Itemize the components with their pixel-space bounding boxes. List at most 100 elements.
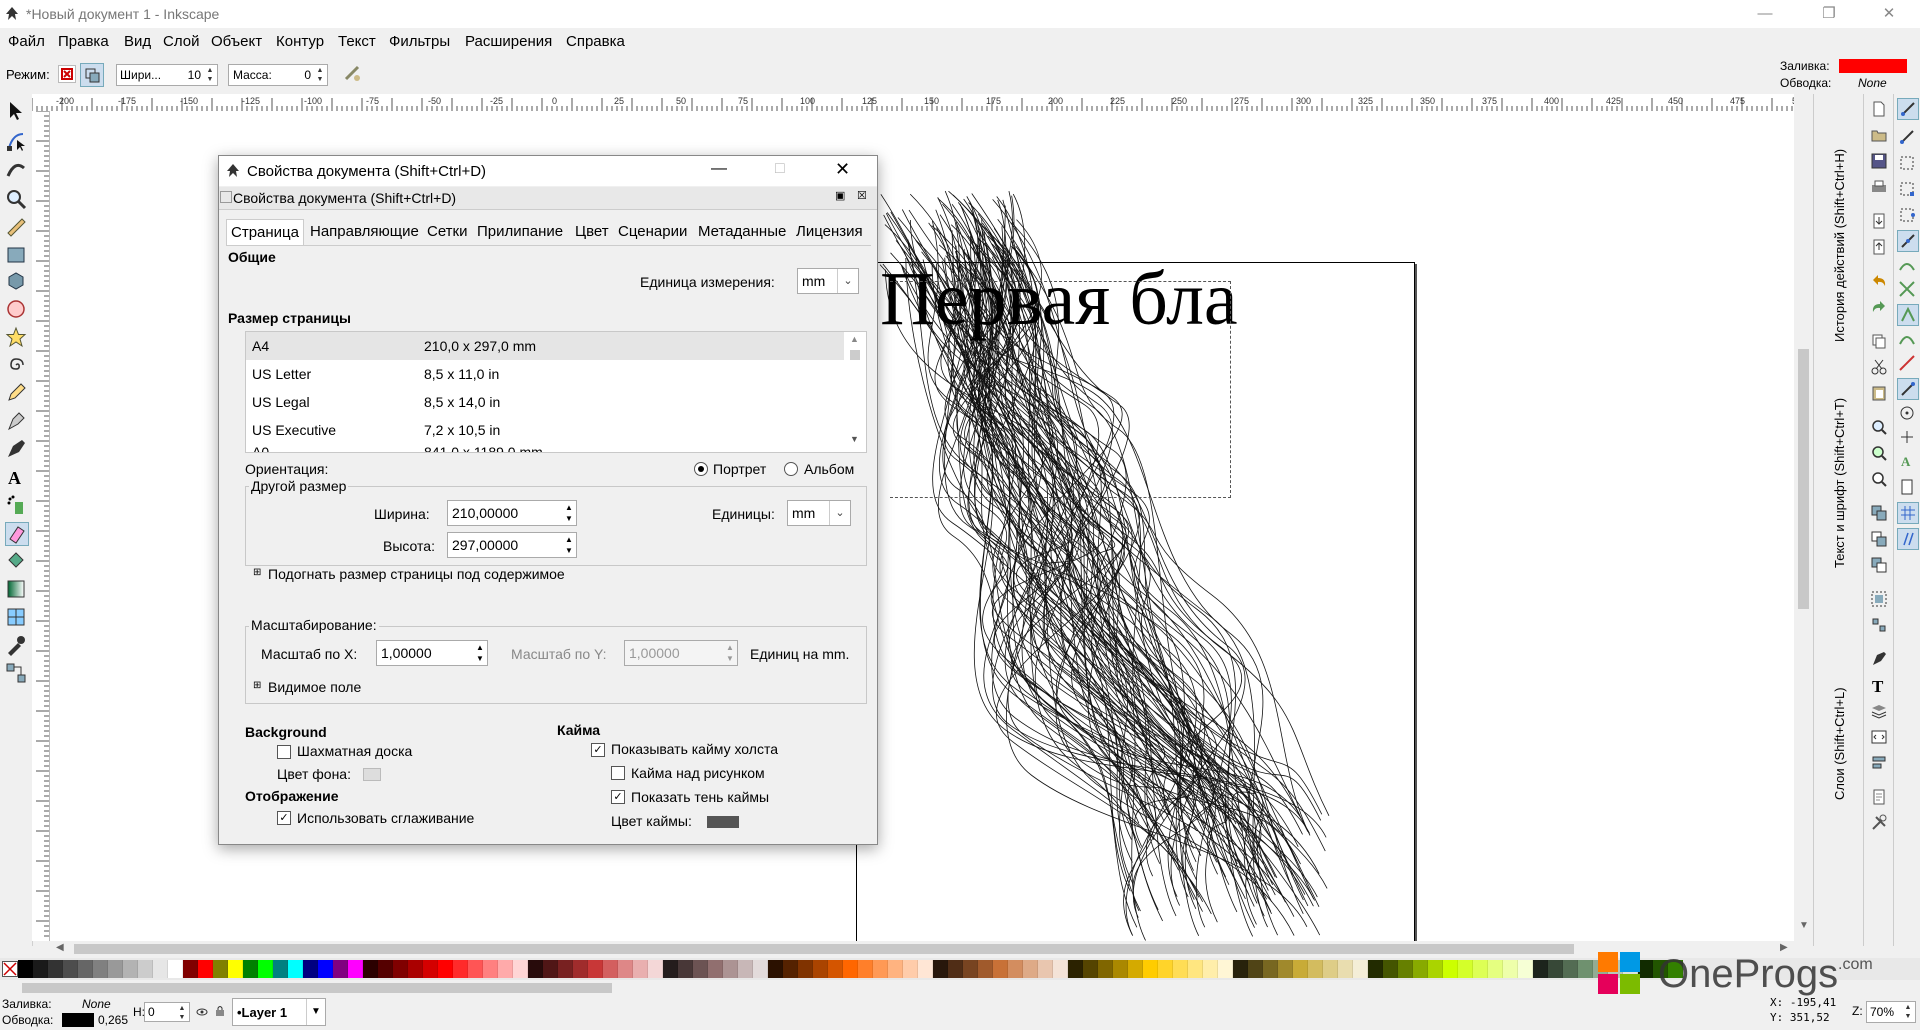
copy-icon[interactable] — [1870, 332, 1888, 350]
connector-tool-icon[interactable] — [5, 662, 27, 684]
palette-swatch[interactable] — [1098, 960, 1113, 978]
show-shadow-checkbox[interactable]: ✓ — [611, 790, 625, 804]
ungroup-icon[interactable] — [1870, 616, 1888, 634]
spin-arrows-icon[interactable]: ▲ ▼ — [563, 502, 575, 524]
units-select[interactable]: mm ⌄ — [787, 500, 851, 526]
palette-swatch[interactable] — [1038, 960, 1053, 978]
palette-swatch[interactable] — [303, 960, 318, 978]
rectangle-tool-icon[interactable] — [5, 244, 27, 266]
pen-tool-icon[interactable] — [5, 410, 27, 432]
eraser-tool-icon[interactable] — [5, 522, 29, 546]
dialog-maximize-button[interactable]: □ — [775, 160, 785, 178]
palette-swatch[interactable] — [1293, 960, 1308, 978]
fit-page-expander[interactable]: Подогнать размер страницы под содержимое — [268, 566, 565, 582]
list-scroll-thumb[interactable] — [850, 350, 860, 360]
palette-swatch[interactable] — [888, 960, 903, 978]
opacity-spinbox[interactable]: 0 ▲ ▼ — [144, 1002, 190, 1022]
palette-swatch[interactable] — [933, 960, 948, 978]
menu-layer[interactable]: Слой — [163, 33, 199, 50]
page-size-list[interactable]: A4 210,0 x 297,0 mm US Letter 8,5 x 11,0… — [245, 331, 867, 453]
dialog-minimize-button[interactable]: — — [711, 160, 727, 178]
snap-rotation-center-icon[interactable] — [1898, 428, 1916, 446]
palette-swatch[interactable] — [1218, 960, 1233, 978]
palette-swatch[interactable] — [1503, 960, 1518, 978]
antialias-checkbox[interactable]: ✓ — [277, 811, 291, 825]
palette-swatch[interactable] — [1308, 960, 1323, 978]
layer-selector[interactable]: •Layer 1 ▼ — [232, 998, 326, 1026]
palette-swatch[interactable] — [498, 960, 513, 978]
scroll-down-icon[interactable]: ▼ — [1799, 920, 1809, 931]
snap-grid-icon[interactable] — [1897, 502, 1919, 524]
lock-icon[interactable] — [214, 1005, 226, 1017]
snap-guide-icon[interactable] — [1897, 528, 1919, 550]
spin-arrows-icon[interactable]: ▲ ▼ — [563, 534, 575, 556]
menu-view[interactable]: Вид — [124, 33, 151, 50]
cut-icon[interactable] — [1870, 358, 1888, 376]
expander-plus-icon[interactable]: ⊞ — [253, 567, 261, 578]
palette-swatch[interactable] — [513, 960, 528, 978]
palette-swatch[interactable] — [198, 960, 213, 978]
palette-swatch[interactable] — [1248, 960, 1263, 978]
palette-swatch[interactable] — [273, 960, 288, 978]
spin-arrows-icon[interactable]: ▲ ▼ — [1902, 1003, 1914, 1021]
palette-swatch[interactable] — [213, 960, 228, 978]
tab-grids[interactable]: Сетки — [423, 219, 472, 245]
spiral-tool-icon[interactable] — [5, 354, 27, 376]
palette-swatch[interactable] — [1398, 960, 1413, 978]
list-item[interactable]: US Executive 7,2 x 10,5 in — [246, 416, 844, 444]
new-document-icon[interactable] — [1870, 100, 1888, 118]
list-item[interactable]: A0 841,0 x 1189,0 mm — [246, 444, 844, 452]
border-on-top-checkbox[interactable] — [611, 766, 625, 780]
palette-swatch[interactable] — [153, 960, 168, 978]
redo-icon[interactable] — [1870, 298, 1888, 316]
export-icon[interactable] — [1870, 238, 1888, 256]
palette-swatch[interactable] — [828, 960, 843, 978]
palette-swatch[interactable] — [348, 960, 363, 978]
minimize-button[interactable]: — — [1742, 0, 1788, 28]
mass-spinbox[interactable]: Масса: 0 ▲ ▼ — [228, 64, 328, 86]
dock-handle-icon[interactable] — [220, 191, 232, 203]
snap-center-icon[interactable] — [1898, 404, 1916, 422]
border-color-swatch[interactable] — [707, 816, 739, 828]
palette-swatch[interactable] — [288, 960, 303, 978]
tweak-tool-icon[interactable] — [5, 158, 27, 180]
checkerboard-checkbox[interactable] — [277, 745, 291, 759]
palette-swatch[interactable] — [1473, 960, 1488, 978]
palette-swatch[interactable] — [1488, 960, 1503, 978]
palette-swatch[interactable] — [63, 960, 78, 978]
no-paint-swatch-icon[interactable] — [2, 961, 18, 977]
chevron-down-icon[interactable]: ⌄ — [829, 501, 850, 525]
snap-text-baseline-icon[interactable]: A — [1898, 452, 1916, 470]
snap-path-icon[interactable] — [1898, 256, 1916, 274]
palette-swatch[interactable] — [468, 960, 483, 978]
open-icon[interactable] — [1870, 126, 1888, 144]
scroll-down-icon[interactable]: ▼ — [850, 434, 859, 444]
canvas-horizontal-scrollbar[interactable]: ◀ ▶ — [50, 941, 1794, 957]
palette-swatch[interactable] — [1458, 960, 1473, 978]
palette-swatch[interactable] — [453, 960, 468, 978]
import-icon[interactable] — [1870, 212, 1888, 230]
palette-swatch[interactable] — [1278, 960, 1293, 978]
palette-swatch[interactable] — [363, 960, 378, 978]
menu-help[interactable]: Справка — [566, 33, 625, 50]
text-font-dock-tab[interactable]: Текст и шрифт (Shift+Ctrl+T) — [1832, 350, 1847, 568]
palette-swatch[interactable] — [1533, 960, 1548, 978]
height-input[interactable]: 297,00000 ▲ ▼ — [447, 532, 577, 558]
palette-swatch[interactable] — [1023, 960, 1038, 978]
palette-swatch[interactable] — [1323, 960, 1338, 978]
palette-swatch[interactable] — [528, 960, 543, 978]
snap-bbox-midpoint-icon[interactable] — [1898, 206, 1916, 224]
tab-color[interactable]: Цвет — [571, 219, 613, 245]
tab-page[interactable]: Страница — [226, 219, 304, 246]
eraser-delete-mode-icon[interactable] — [58, 65, 76, 83]
spin-arrows-icon[interactable]: ▲ ▼ — [314, 66, 326, 84]
palette-swatch[interactable] — [93, 960, 108, 978]
snap-others-icon[interactable] — [1897, 378, 1919, 400]
ellipse-tool-icon[interactable] — [5, 298, 27, 320]
align-distribute-icon[interactable] — [1870, 754, 1888, 772]
scale-x-input[interactable]: 1,00000 ▲ ▼ — [376, 640, 488, 666]
zoom-tool-icon[interactable] — [5, 188, 27, 210]
palette-swatch[interactable] — [483, 960, 498, 978]
show-border-checkbox[interactable]: ✓ — [591, 743, 605, 757]
palette-swatch[interactable] — [1563, 960, 1578, 978]
